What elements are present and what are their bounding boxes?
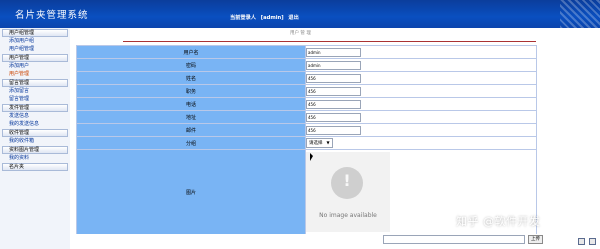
sidebar-section-outbox[interactable]: 发件管理 [2, 104, 68, 112]
form-row-email: 邮件 456 [76, 123, 537, 137]
field-label: 密码 [76, 58, 306, 72]
logout-link[interactable]: 退出 [288, 15, 298, 21]
field-label: 电话 [76, 97, 306, 111]
sidebar-section-profile-images[interactable]: 资料图片管理 [2, 146, 68, 154]
sidebar-item-send-info[interactable]: 发送信息 [0, 112, 70, 120]
image-placeholder: ! No image available [306, 152, 390, 232]
login-label: 当前登录人 [230, 15, 256, 21]
exclamation-icon: ! [331, 167, 363, 199]
form-row-phone: 电话 456 [76, 97, 537, 111]
field-label: 图片 [76, 149, 306, 236]
sidebar-item-usergroup-manage[interactable]: 用户组管理 [0, 45, 70, 53]
sidebar-menu: 用户组管理 添加用户组 用户组管理 用户管理 添加用户 用户管理 留言管理 添加… [0, 28, 71, 249]
page-title-fragment: 用户 管 理 [290, 31, 311, 36]
sidebar-section-message[interactable]: 留言管理 [2, 79, 68, 87]
sidebar-item-add-user[interactable]: 添加用户 [0, 62, 70, 70]
name-field[interactable]: 456 [306, 73, 361, 83]
field-label: 用户名 [76, 45, 306, 59]
field-label: 姓名 [76, 71, 306, 85]
phone-field[interactable]: 456 [306, 99, 361, 109]
sidebar-item-message-manage[interactable]: 留言管理 [0, 95, 70, 103]
upload-bar: 上传 [76, 234, 600, 249]
mouse-cursor-icon [310, 153, 313, 161]
sidebar-item-my-profile[interactable]: 我的资料 [0, 154, 70, 162]
watermark: 知乎 @软件开发 [456, 215, 541, 228]
sidebar-item-add-message[interactable]: 添加留言 [0, 87, 70, 95]
group-select[interactable]: 请选择 ▼ [306, 138, 333, 148]
form-row-username: 用户名 admin [76, 45, 537, 59]
app-title: 名片夹管理系统 [15, 10, 89, 21]
field-label: 地址 [76, 110, 306, 124]
group-select-value: 请选择 [309, 141, 323, 146]
scroll-button-icon[interactable] [589, 238, 596, 245]
sidebar-section-cardholder[interactable]: 名片夹 [2, 163, 68, 171]
app-header: 名片夹管理系统 当前登录人 [admin] 退出 [0, 0, 600, 28]
form-row-address: 地址 456 [76, 110, 537, 124]
sidebar-item-my-sent[interactable]: 我的发送信息 [0, 120, 70, 128]
file-input[interactable] [383, 235, 525, 244]
email-field[interactable]: 456 [306, 125, 361, 135]
login-info: 当前登录人 [admin] 退出 [230, 14, 302, 21]
header-decoration [560, 0, 600, 28]
address-field[interactable]: 456 [306, 112, 361, 122]
form-row-name: 姓名 456 [76, 71, 537, 85]
field-label: 分组 [76, 136, 306, 150]
field-label: 邮件 [76, 123, 306, 137]
field-label: 职务 [76, 84, 306, 98]
sidebar-item-add-usergroup[interactable]: 添加用户组 [0, 37, 70, 45]
image-caption: No image available [319, 212, 377, 219]
username-field[interactable]: admin [306, 47, 361, 57]
user-form: 用户名 admin 密码 admin 姓名 456 职务 456 电话 456 … [76, 45, 537, 236]
scroll-button-icon[interactable] [578, 238, 585, 245]
sidebar-item-my-inbox[interactable]: 我的收件箱 [0, 137, 70, 145]
title-divider [123, 41, 536, 42]
sidebar-section-user[interactable]: 用户管理 [2, 54, 68, 62]
sidebar-section-usergroup[interactable]: 用户组管理 [2, 29, 68, 37]
password-field[interactable]: admin [306, 60, 361, 70]
current-username: [admin] [260, 15, 284, 21]
upload-button[interactable]: 上传 [528, 235, 543, 244]
position-field[interactable]: 456 [306, 86, 361, 96]
sidebar-item-user-manage[interactable]: 用户管理 [0, 70, 70, 78]
form-row-password: 密码 admin [76, 58, 537, 72]
form-row-position: 职务 456 [76, 84, 537, 98]
chevron-down-icon: ▼ [326, 140, 330, 145]
sidebar-section-inbox[interactable]: 收件管理 [2, 129, 68, 137]
form-row-group: 分组 请选择 ▼ [76, 136, 537, 150]
